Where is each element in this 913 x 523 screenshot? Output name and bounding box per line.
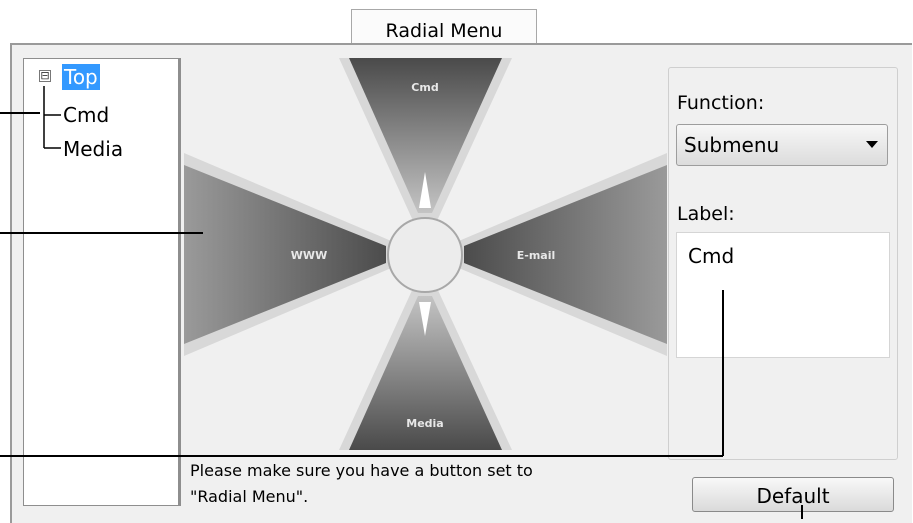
callout-line-radial — [0, 232, 203, 234]
callout-line-default — [801, 505, 803, 519]
radial-menu-graphic: Cmd WWW E-mail Media — [184, 58, 667, 450]
radial-label-top: Cmd — [411, 81, 438, 94]
callout-line-tree — [0, 112, 40, 114]
tree-item-media[interactable]: Media — [63, 137, 123, 161]
radial-label-right: E-mail — [517, 249, 556, 262]
radial-center[interactable] — [387, 217, 463, 293]
radial-label-bottom: Media — [406, 417, 443, 430]
radial-label-left: WWW — [291, 249, 327, 262]
dropdown-arrow-icon — [866, 141, 878, 148]
instruction-line-1: Please make sure you have a button set t… — [190, 461, 533, 480]
function-select[interactable]: Submenu — [676, 124, 888, 166]
label-field-label: Label: — [677, 203, 735, 225]
instruction-line-2: "Radial Menu". — [190, 487, 309, 506]
instruction-note: Please make sure you have a button set t… — [190, 458, 660, 510]
tree-item-top[interactable]: Top — [62, 64, 100, 90]
label-input[interactable]: Cmd — [676, 232, 890, 358]
callout-line-label-horizontal — [0, 455, 723, 457]
tree-item-cmd[interactable]: Cmd — [63, 103, 109, 127]
function-value: Submenu — [684, 133, 780, 157]
function-label: Function: — [677, 92, 765, 114]
collapse-icon[interactable]: ⊟ — [39, 70, 51, 82]
tab-radial-menu[interactable]: Radial Menu — [351, 9, 537, 45]
default-button[interactable]: Default — [692, 477, 894, 512]
callout-line-label-vertical — [722, 290, 724, 456]
